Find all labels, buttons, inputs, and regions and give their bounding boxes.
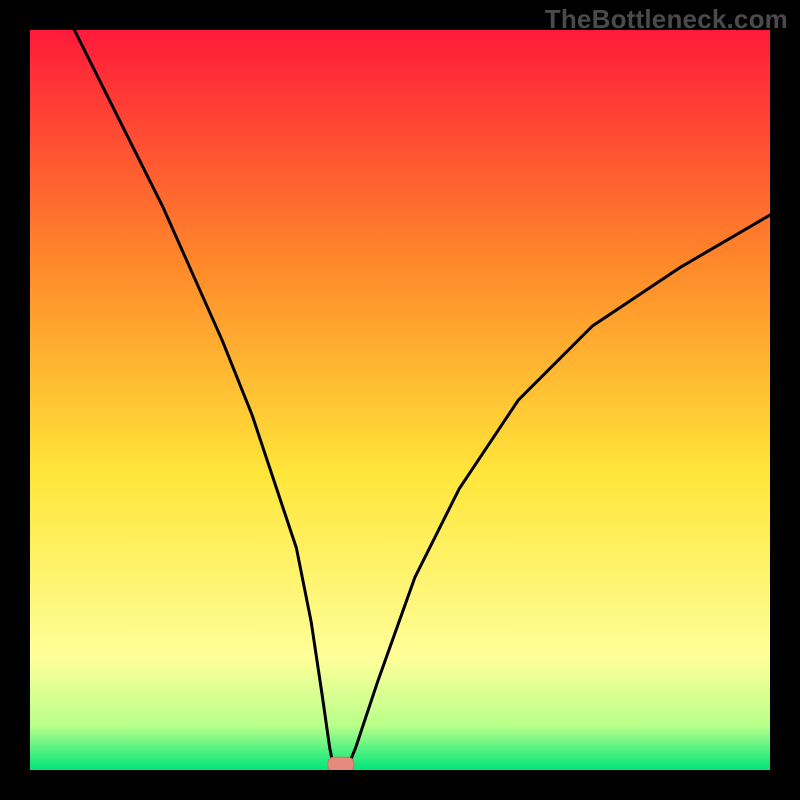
chart-frame: TheBottleneck.com — [0, 0, 800, 800]
watermark-label: TheBottleneck.com — [545, 4, 788, 35]
plot-area — [30, 30, 770, 770]
plot-border — [30, 30, 770, 770]
optimal-point-marker — [328, 757, 354, 770]
gradient-background — [30, 30, 770, 770]
